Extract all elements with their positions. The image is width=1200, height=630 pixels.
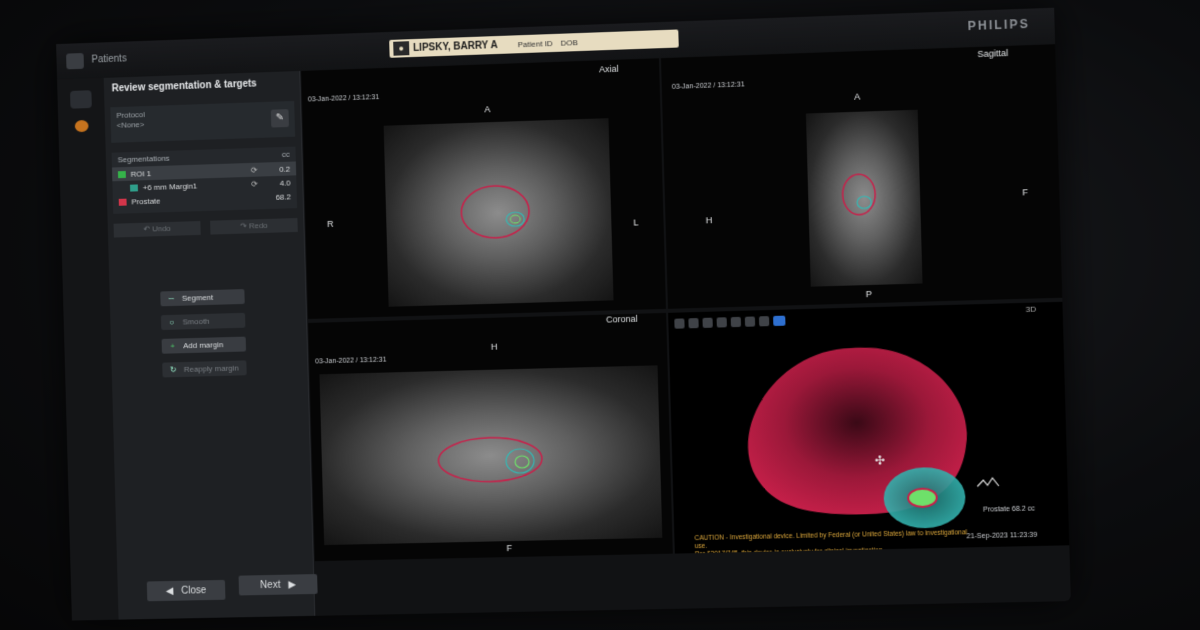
monitor-screen: Patients ● LIPSKY, BARRY A Patient ID DO… — [56, 7, 1071, 621]
smooth-button[interactable]: ○ Smooth — [160, 312, 246, 331]
edit-segmentation-icon[interactable]: ⟳ — [251, 165, 261, 174]
segmentation-panel: Review segmentation & targets Protocol <… — [103, 70, 318, 620]
scan-timestamp: 21-Sep-2023 11:23:39 — [966, 531, 1038, 541]
segmentation-volume: 0.2 — [279, 164, 291, 174]
patient-banner: ● LIPSKY, BARRY A Patient ID DOB — [389, 29, 679, 58]
sagittal-orient-left: H — [705, 215, 713, 226]
protocol-field[interactable]: Protocol <None> ✎ — [110, 100, 296, 143]
smooth-label: Smooth — [182, 316, 210, 327]
sagittal-mri-image — [805, 109, 923, 287]
margin-contour — [857, 196, 872, 209]
coronal-orient-bottom: F — [506, 543, 513, 554]
add-margin-button[interactable]: + Add margin — [161, 336, 247, 354]
axial-orient-right: L — [633, 217, 639, 228]
sagittal-title: Sagittal — [977, 47, 1009, 60]
segmentations-label: Segmentations — [117, 153, 170, 165]
roi-contour — [515, 455, 531, 469]
plus-icon: + — [170, 341, 175, 351]
segmentation-name: ROI 1 — [130, 168, 152, 179]
orientation-figure-icon — [977, 478, 999, 487]
patient-name: LIPSKY, BARRY A — [413, 39, 498, 54]
segment-label: Segment — [181, 292, 214, 303]
pencil-icon[interactable]: ✎ — [270, 109, 289, 128]
sagittal-date: 03-Jan-2022 / 13:12:31 — [671, 81, 745, 91]
protocol-value: <None> — [116, 119, 145, 130]
segmentations-list: Segmentations cc ROI 1 ⟳ 0.2 +6 mm Margi… — [111, 146, 298, 214]
undo-label: Undo — [151, 223, 171, 234]
segment-button[interactable]: ∽ Segment — [160, 289, 245, 307]
targets-step-icon[interactable] — [74, 119, 89, 133]
close-button[interactable]: ◀ Close — [146, 579, 226, 602]
reapply-margin-label: Reapply margin — [183, 363, 239, 374]
roi-3d-surface — [908, 488, 937, 507]
3d-viewport[interactable]: 3D ✣ Prostate 68.2 cc CAUTION - Investig… — [668, 301, 1070, 554]
smooth-icon: ○ — [169, 317, 175, 327]
coronal-contours — [319, 365, 662, 545]
redo-button[interactable]: ↷ Redo — [210, 218, 298, 235]
next-label: Next — [260, 579, 281, 591]
axial-date: 03-Jan-2022 / 13:12:31 — [307, 94, 380, 104]
segmentation-name: +6 mm Margin1 — [142, 181, 198, 192]
edit-segmentation-icon[interactable]: ⟳ — [251, 179, 261, 188]
review-step-icon[interactable] — [70, 90, 92, 109]
app-logo-icon[interactable] — [66, 52, 84, 70]
axial-orient-left: R — [326, 218, 334, 230]
chevron-right-icon: ▶ — [288, 578, 297, 591]
patient-avatar-icon: ● — [393, 41, 410, 56]
segmentation-volume: 68.2 — [275, 191, 292, 202]
patient-id-label: Patient ID — [517, 38, 553, 49]
undo-button[interactable]: ↶ Undo — [113, 221, 201, 238]
roi-color-swatch — [117, 170, 126, 178]
sagittal-contours — [806, 110, 923, 287]
axial-viewport[interactable]: Axial 03-Jan-2022 / 13:12:31 A R L — [301, 58, 666, 319]
3d-render: ✣ — [745, 344, 1069, 529]
brand-logo: PHILIPS — [967, 16, 1031, 34]
sagittal-orient-top: A — [853, 91, 861, 102]
prostate-contour — [461, 185, 530, 239]
chevron-left-icon: ◀ — [165, 585, 174, 597]
patients-nav[interactable]: Patients — [91, 53, 126, 65]
axial-mri-image — [383, 118, 614, 307]
prostate-color-swatch — [118, 198, 127, 206]
margin-contour — [506, 448, 535, 474]
dob-label: DOB — [560, 37, 579, 48]
prostate-contour — [842, 174, 876, 215]
axial-orient-top: A — [484, 104, 491, 115]
cc-label: cc — [281, 149, 290, 159]
cursor-icon: ✣ — [874, 453, 885, 467]
add-margin-label: Add margin — [183, 340, 224, 351]
sagittal-orient-bottom: P — [865, 288, 873, 300]
undo-redo-bar: ↶ Undo ↷ Redo — [113, 218, 298, 238]
protocol-label: Protocol — [116, 110, 146, 120]
margin-color-swatch — [129, 183, 138, 192]
axial-contours — [384, 118, 614, 307]
reapply-icon: ↻ — [169, 365, 177, 375]
roi-contour — [510, 214, 522, 224]
segmentation-name: Prostate — [131, 196, 161, 206]
segmentation-volume: 4.0 — [279, 178, 291, 188]
coronal-title: Coronal — [605, 313, 638, 325]
coronal-orient-top: H — [490, 341, 498, 352]
panel-title: Review segmentation & targets — [111, 78, 257, 95]
sagittal-orient-right: F — [1022, 187, 1029, 198]
margin-contour — [506, 211, 526, 228]
coronal-viewport[interactable]: Coronal 03-Jan-2022 / 13:12:31 H R L F — [308, 312, 673, 562]
sagittal-viewport[interactable]: Sagittal 03-Jan-2022 / 13:12:31 A H F P — [660, 44, 1063, 309]
reapply-margin-button[interactable]: ↻ Reapply margin — [162, 360, 247, 378]
coronal-mri-image — [319, 365, 663, 546]
axial-title: Axial — [598, 63, 619, 75]
next-button[interactable]: Next ▶ — [238, 574, 318, 596]
coronal-date: 03-Jan-2022 / 13:12:31 — [315, 356, 387, 366]
prostate-contour — [438, 436, 543, 482]
segment-pen-icon: ∽ — [167, 294, 175, 304]
redo-label: Redo — [248, 220, 268, 231]
prostate-volume-summary: Prostate 68.2 cc — [983, 505, 1036, 514]
close-label: Close — [181, 584, 207, 597]
